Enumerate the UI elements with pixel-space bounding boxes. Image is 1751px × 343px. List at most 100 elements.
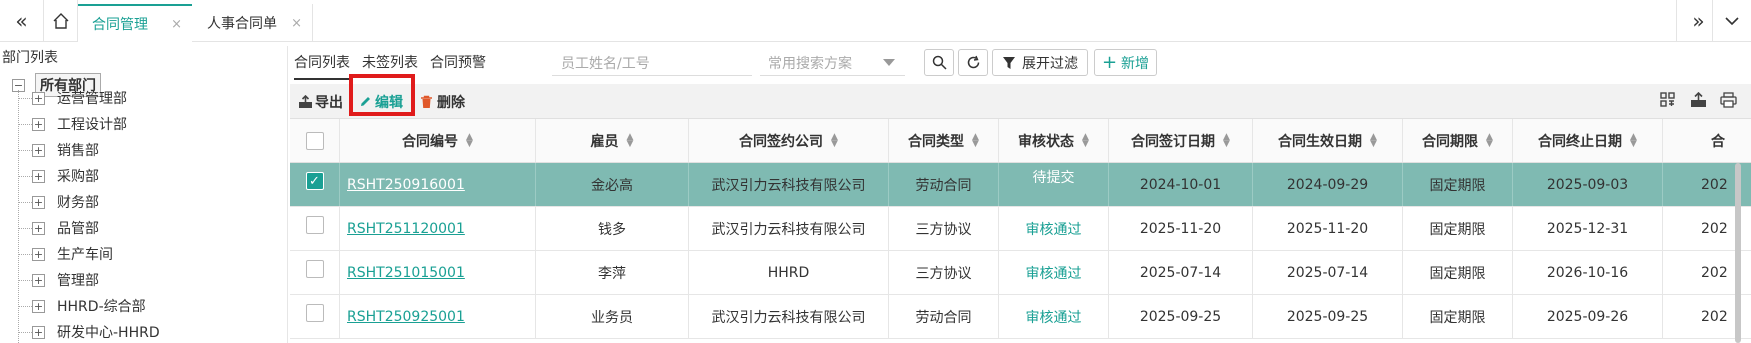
table-row[interactable]: ✓ RSHT250916001 金必高 武汉引力云科技有限公司 劳动合同 待提交 2024-… [290,163,1751,207]
tree-item-label[interactable]: 工程设计部 [57,114,127,134]
row-checkbox[interactable] [305,304,324,322]
tree-item-label[interactable]: 品管部 [57,218,99,238]
column-header-contract-type[interactable]: 合同类型 ▲ ▼ [889,119,999,162]
export-icon[interactable] [1690,91,1707,112]
row-select-cell [290,295,340,338]
employee-search-input[interactable]: 员工姓名/工号 [552,50,752,76]
tree-item[interactable]: + 管理部 [18,269,99,291]
filter-icon [1003,56,1015,69]
table-row[interactable]: RSHT251015001 李萍 HHRD 三方协议 审核通过 2025-07-14 202… [290,251,1751,295]
tree-item[interactable]: + 销售部 [18,139,99,161]
home-icon[interactable] [44,0,78,42]
search-button[interactable] [924,49,954,76]
table-row[interactable]: RSHT250925001 业务员 武汉引力云科技有限公司 劳动合同 审核通过 2025-… [290,295,1751,339]
expand-toggle-icon[interactable]: + [32,325,45,339]
contract-table: 合同编号 ▲ ▼ 雇员 ▲ ▼ 合同签约公司 ▲ ▼ 合同类型 ▲ ▼ 审核状态 ▲ ▼ 合同签订日期 ▲ ▼ 合同… [290,119,1751,343]
cell-contract-number[interactable]: RSHT251120001 [340,207,536,250]
expand-toggle-icon[interactable]: + [32,91,45,105]
close-icon[interactable]: × [291,16,302,31]
select-all-cell [290,119,340,162]
column-header-effective-date[interactable]: 合同生效日期 ▲ ▼ [1253,119,1403,162]
sort-icon[interactable]: ▲ ▼ [1630,132,1637,148]
sort-icon[interactable]: ▲ ▼ [627,132,634,148]
sort-icon[interactable]: ▲ ▼ [1223,132,1230,148]
column-header-term[interactable]: 合同期限 ▲ ▼ [1403,119,1513,162]
tree-item-label[interactable]: 财务部 [57,192,99,212]
column-header-label: 合同终止日期 [1538,133,1623,150]
search-scheme-placeholder: 常用搜索方案 [768,55,852,72]
row-checkbox-checked[interactable]: ✓ [305,172,324,190]
add-button[interactable]: + 新增 [1094,49,1157,76]
panel-divider[interactable] [287,46,288,343]
tree-item-label[interactable]: 采购部 [57,166,99,186]
expand-toggle-icon[interactable]: + [32,299,45,313]
cell-end-date: 2026-10-16 [1513,251,1663,294]
column-header-label: 雇员 [590,133,619,150]
tree-item-label[interactable]: HHRD-综合部 [57,296,146,316]
expand-toggle-icon[interactable]: + [32,169,45,183]
row-checkbox[interactable] [305,216,324,234]
export-button[interactable]: 导出 [298,84,343,119]
column-header-review-status[interactable]: 审核状态 ▲ ▼ [999,119,1109,162]
table-toolbar: 导出 编辑 删除 [290,84,1751,119]
cell-contract-number[interactable]: RSHT250916001 [340,163,536,206]
expand-filter-button[interactable]: 展开过滤 [992,49,1088,76]
sort-icon[interactable]: ▲ ▼ [1082,132,1089,148]
sort-icon[interactable]: ▲ ▼ [466,132,473,148]
expand-toggle-icon[interactable]: + [32,143,45,157]
tree-item-label[interactable]: 生产车间 [57,244,113,264]
search-scheme-select[interactable]: 常用搜索方案 [760,50,905,76]
double-chevron-left-icon[interactable]: « [0,0,44,42]
expand-filter-label: 展开过滤 [1022,55,1078,72]
select-all-checkbox[interactable] [305,131,324,150]
delete-label: 删除 [437,94,465,111]
cell-company: HHRD [689,251,889,294]
column-header-company[interactable]: 合同签约公司 ▲ ▼ [689,119,889,162]
tree-item-label[interactable]: 管理部 [57,270,99,290]
cell-contract-number[interactable]: RSHT251015001 [340,251,536,294]
tree-item[interactable]: + 品管部 [18,217,99,239]
department-list-title: 部门列表 [2,50,58,66]
sort-icon[interactable]: ▲ ▼ [831,132,838,148]
column-header-next[interactable]: 合 [1663,119,1751,162]
grid-icon[interactable] [1660,92,1676,112]
column-header-label: 合同生效日期 [1278,133,1363,150]
tree-item[interactable]: + HHRD-综合部 [18,295,146,317]
tree-item[interactable]: + 运营管理部 [18,87,127,109]
cell-end-date: 2025-12-31 [1513,207,1663,250]
tree-item[interactable]: + 采购部 [18,165,99,187]
tab-contract-management[interactable]: 合同管理 × [78,4,192,42]
cell-contract-number[interactable]: RSHT250925001 [340,295,536,338]
vertical-scrollbar[interactable] [1735,163,1741,343]
chevron-down-icon[interactable] [1712,0,1751,42]
column-header-contract-number[interactable]: 合同编号 ▲ ▼ [340,119,536,162]
tree-item[interactable]: + 生产车间 [18,243,113,265]
print-icon[interactable] [1720,92,1737,112]
row-checkbox[interactable] [305,260,324,278]
sort-icon[interactable]: ▲ ▼ [1370,132,1377,148]
subtab-contract-warning[interactable]: 合同预警 [430,52,486,80]
expand-toggle-icon[interactable]: + [32,247,45,261]
expand-toggle-icon[interactable]: + [32,195,45,209]
close-icon[interactable]: × [171,17,182,32]
tree-item[interactable]: + 工程设计部 [18,113,127,135]
delete-button[interactable]: 删除 [420,84,465,119]
expand-toggle-icon[interactable]: + [32,221,45,235]
tree-item-label[interactable]: 运营管理部 [57,88,127,108]
sort-icon[interactable]: ▲ ▼ [972,132,979,148]
tree-item-label[interactable]: 研发中心-HHRD [57,322,160,342]
refresh-button[interactable] [958,49,988,76]
tab-hr-contract[interactable]: 人事合同单 × [193,4,313,42]
expand-toggle-icon[interactable]: + [32,117,45,131]
column-header-employee[interactable]: 雇员 ▲ ▼ [536,119,689,162]
sort-icon[interactable]: ▲ ▼ [1486,132,1493,148]
tree-item-label[interactable]: 销售部 [57,140,99,160]
subtab-contract-list[interactable]: 合同列表 [294,52,350,80]
table-row[interactable]: RSHT251120001 钱多 武汉引力云科技有限公司 三方协议 审核通过 2025-1… [290,207,1751,251]
column-header-sign-date[interactable]: 合同签订日期 ▲ ▼ [1109,119,1253,162]
export-icon [299,94,312,108]
tree-item[interactable]: + 财务部 [18,191,99,213]
tree-item[interactable]: + 研发中心-HHRD [18,321,160,343]
column-header-end-date[interactable]: 合同终止日期 ▲ ▼ [1513,119,1663,162]
expand-toggle-icon[interactable]: + [32,273,45,287]
